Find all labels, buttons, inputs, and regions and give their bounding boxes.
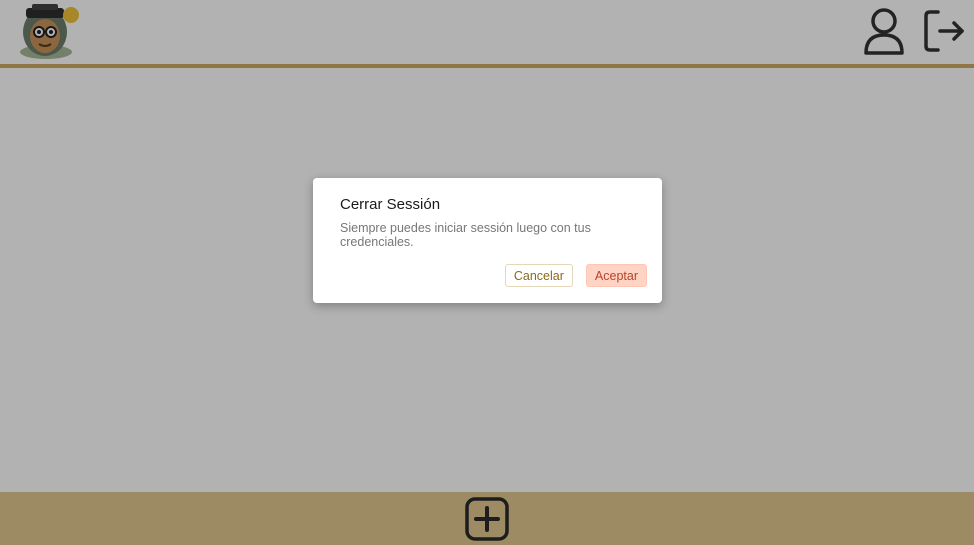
dialog-message: Siempre puedes iniciar sessión luego con… [340,221,591,249]
cancel-button[interactable]: Cancelar [504,264,573,287]
dialog-actions: Cancelar Aceptar [504,264,647,287]
logout-dialog: Cerrar Sessión Siempre puedes iniciar se… [313,178,662,303]
accept-button[interactable]: Aceptar [585,264,647,287]
dialog-title: Cerrar Sessión [340,196,441,213]
